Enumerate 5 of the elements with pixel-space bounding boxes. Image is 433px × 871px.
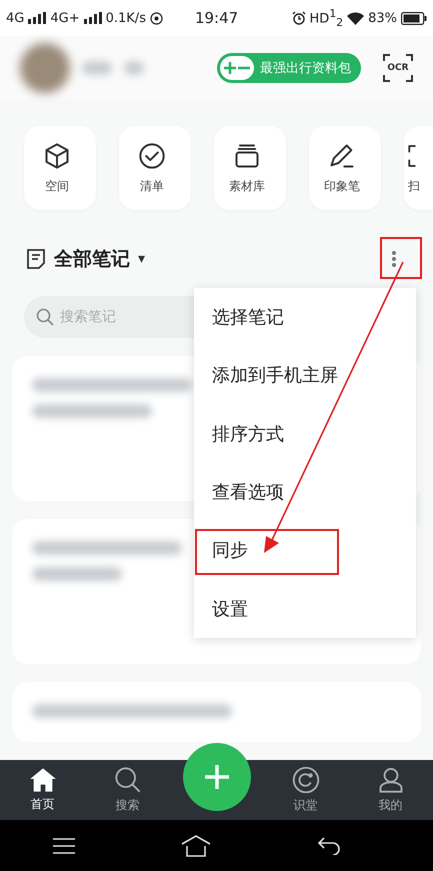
network-label: 4G [6, 10, 24, 26]
clock-time: 19:47 [194, 9, 238, 27]
network-label: 4G+ [50, 10, 80, 26]
battery-label: 83% [368, 10, 397, 26]
speed-label: 0.1K/s [106, 10, 146, 26]
